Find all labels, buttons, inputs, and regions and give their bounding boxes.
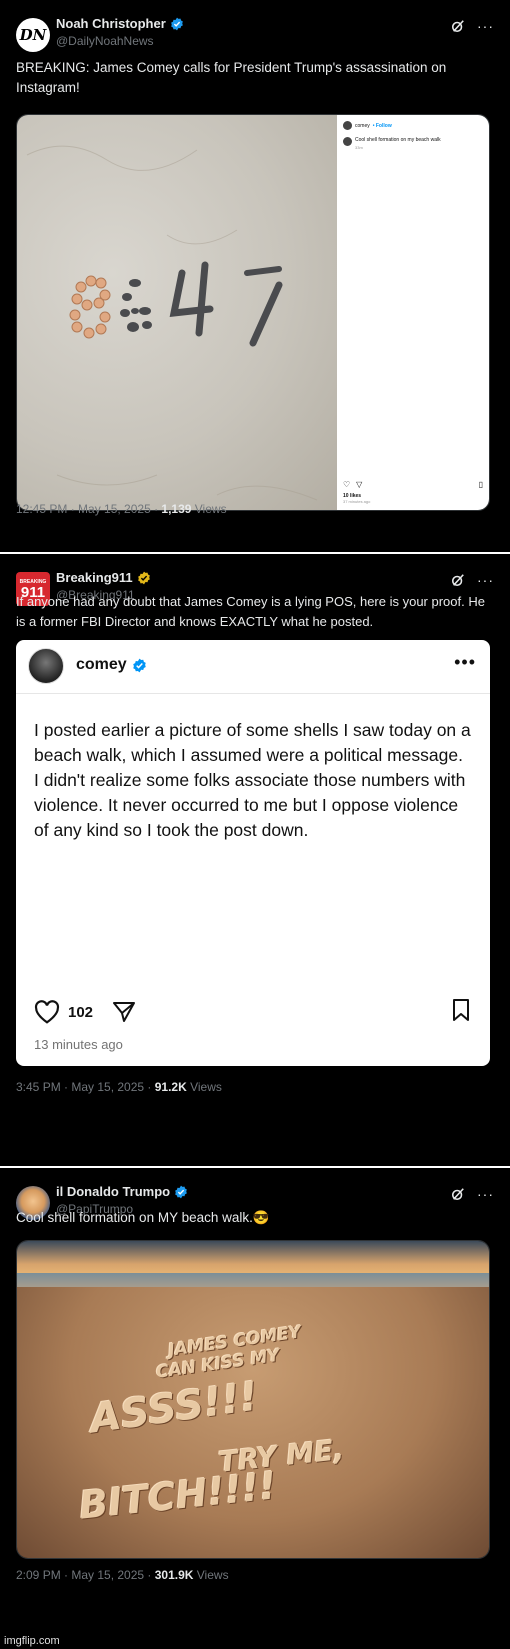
tweet-timestamp[interactable]: 2:09 PM · May 15, 2025 · 301.9K Views — [16, 1568, 229, 1582]
time-text: 2:09 PM · May 15, 2025 · — [16, 1568, 155, 1582]
view-count: 1,139 — [161, 502, 192, 516]
views-label: Views — [191, 502, 227, 516]
card-avatar — [28, 648, 64, 684]
avatar-monogram: DN — [19, 26, 47, 44]
time-text: 3:45 PM · May 15, 2025 · — [16, 1080, 155, 1094]
display-name[interactable]: il Donaldo Trumpo — [56, 1184, 188, 1199]
ig-username: comey — [355, 122, 370, 129]
tweet-il-donaldo-trumpo[interactable]: il Donaldo Trumpo @PapiTrumpo ··· Cool s… — [0, 1168, 510, 1649]
tweet-timestamp[interactable]: 12:45 PM · May 15, 2025 · 1,139 Views — [16, 502, 227, 516]
card-header: comey ••• — [16, 640, 490, 694]
more-options-icon[interactable]: ··· — [477, 572, 494, 588]
card-username: comey — [76, 656, 147, 674]
tweet-breaking911[interactable]: BREAKING 911 Breaking911 @Breaking911 ··… — [0, 554, 510, 1166]
tweet-text: Cool shell formation on MY beach walk.😎 — [16, 1210, 270, 1225]
more-options-icon[interactable]: ··· — [477, 1186, 494, 1202]
more-options-icon[interactable]: ··· — [477, 18, 494, 34]
heart-icon — [34, 1000, 60, 1024]
ig-caption-avatar — [343, 137, 352, 146]
ig-post-footer: ♡ ▽ ▯ 10 likes 37 minutes ago — [343, 480, 483, 504]
display-name-text: Breaking911 — [56, 570, 133, 585]
card-more-icon: ••• — [454, 652, 476, 672]
views-label: Views — [193, 1568, 229, 1582]
header-actions: ··· — [451, 572, 494, 588]
views-label: Views — [186, 1080, 222, 1094]
display-name[interactable]: Noah Christopher — [56, 16, 184, 31]
ig-avatar — [343, 121, 352, 130]
header-actions: ··· — [451, 18, 494, 34]
shell-numbers-image — [26, 145, 318, 501]
ig-bookmark-icon: ▯ — [478, 480, 483, 489]
display-name-text: Noah Christopher — [56, 16, 166, 31]
card-username-text: comey — [76, 656, 127, 673]
tweet-header: DN Noah Christopher @DailyNoahNews ··· — [16, 14, 494, 54]
ig-caption: Cool shell formation on my beach walk — [343, 137, 485, 146]
view-count: 91.2K — [154, 1080, 187, 1094]
tweet-media[interactable]: 8647 comey • Follow Cool shell formation… — [16, 114, 490, 511]
ig-actions: ♡ ▽ ▯ — [343, 480, 483, 489]
like-count: 102 — [68, 1003, 94, 1021]
verified-badge-icon — [137, 571, 150, 584]
instagram-panel: comey • Follow Cool shell formation on m… — [337, 115, 489, 510]
ig-post-header: comey • Follow — [343, 121, 483, 130]
imgflip-watermark: imgflip.com — [4, 1635, 60, 1647]
ig-time: 37 minutes ago — [343, 499, 371, 504]
header-actions: ··· — [451, 1186, 494, 1202]
grok-icon[interactable] — [451, 19, 465, 33]
verified-badge-icon — [132, 658, 146, 672]
grok-icon[interactable] — [451, 573, 465, 587]
display-name-text: il Donaldo Trumpo — [56, 1184, 171, 1199]
card-caption: I posted earlier a picture of some shell… — [34, 720, 471, 840]
ig-share-icon: ▽ — [356, 480, 363, 489]
avatar[interactable]: DN — [16, 18, 50, 52]
share-icon — [113, 1002, 136, 1022]
bookmark-icon — [453, 999, 469, 1021]
card-actions: 102 — [34, 998, 472, 1026]
tweet-text: BREAKING: James Comey calls for Presiden… — [16, 60, 447, 95]
verified-badge-icon — [170, 17, 183, 30]
tweet-timestamp[interactable]: 3:45 PM · May 15, 2025 · 91.2K Views — [16, 1080, 222, 1094]
ig-heart-icon: ♡ — [343, 480, 351, 489]
ig-caption-text: Cool shell formation on my beach walk — [355, 137, 441, 143]
instagram-screenshot-card[interactable]: comey ••• I posted earlier a picture of … — [16, 640, 490, 1066]
time-text: 12:45 PM · May 15, 2025 · — [16, 502, 162, 516]
tweet-noah-christopher[interactable]: DN Noah Christopher @DailyNoahNews ··· B… — [0, 0, 510, 552]
ig-follow-link: • Follow — [372, 122, 392, 129]
verified-badge-icon — [175, 1185, 187, 1198]
tweet-media[interactable]: JAMES COMEY CAN KISS MY ASSS!!! TRY ME, … — [16, 1240, 490, 1559]
ig-caption-time: 33m — [355, 145, 363, 150]
handle[interactable]: @DailyNoahNews — [56, 34, 154, 48]
sand-photo: 8647 — [17, 115, 337, 510]
view-count: 301.9K — [154, 1568, 194, 1582]
display-name[interactable]: Breaking911 — [56, 570, 151, 585]
grok-icon[interactable] — [451, 1187, 465, 1201]
card-timestamp: 13 minutes ago — [34, 1037, 123, 1052]
tweet-text: If anyone had any doubt that James Comey… — [16, 594, 485, 629]
